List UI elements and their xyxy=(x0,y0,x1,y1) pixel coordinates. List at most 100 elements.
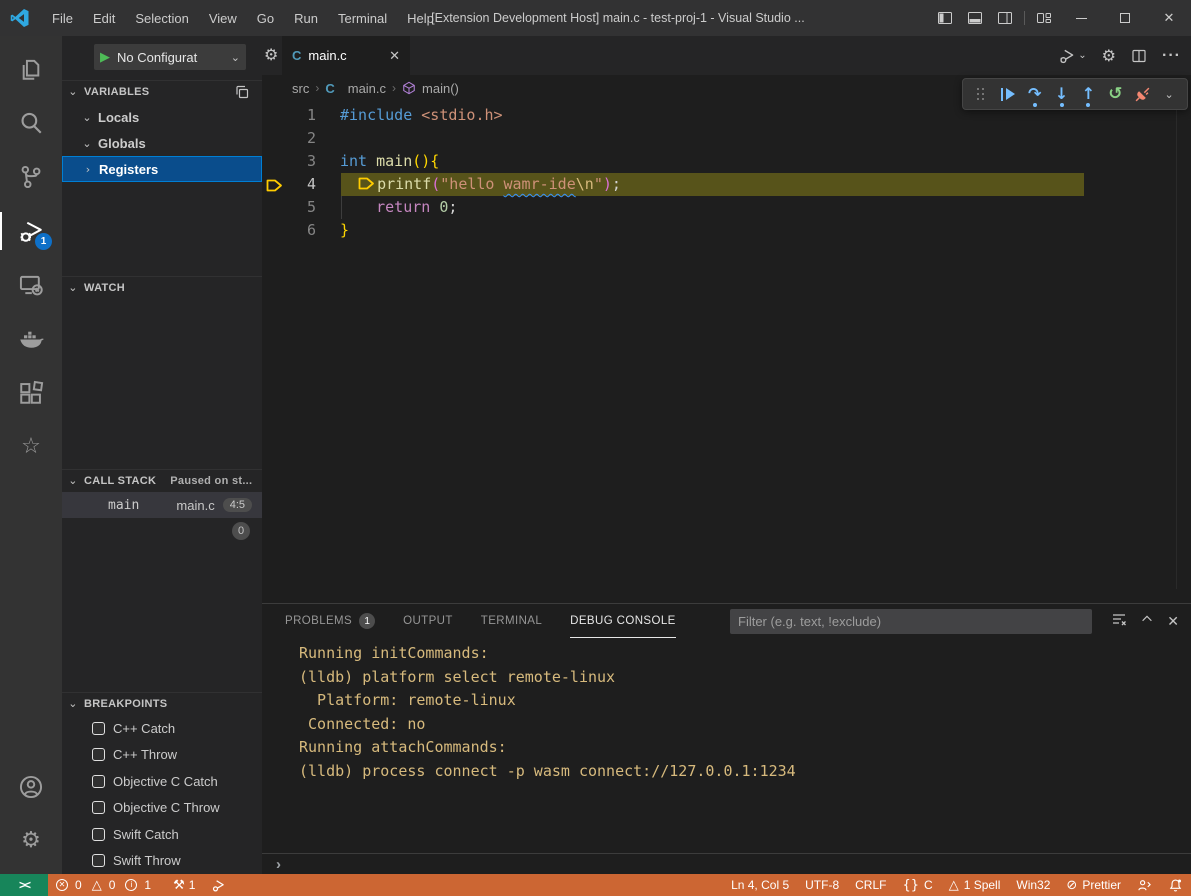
toggle-panel-icon[interactable] xyxy=(960,0,990,36)
breadcrumb-file[interactable]: main.c xyxy=(348,81,386,96)
panel-tab-output[interactable]: OUTPUT xyxy=(403,604,453,638)
copy-icon[interactable] xyxy=(234,84,250,100)
gear-icon[interactable]: ⚙ xyxy=(1102,46,1116,65)
clear-console-icon[interactable] xyxy=(1111,611,1127,632)
step-into-button[interactable]: ↓ xyxy=(1052,81,1072,107)
maximize-button[interactable] xyxy=(1103,0,1147,36)
watch-section-header[interactable]: ⌄ WATCH xyxy=(62,276,262,298)
checkbox[interactable] xyxy=(92,775,105,788)
more-actions-icon[interactable]: ··· xyxy=(1162,47,1181,65)
status-prettier[interactable]: ⊘Prettier xyxy=(1058,874,1129,896)
variables-section-header[interactable]: ⌄ VARIABLES xyxy=(62,80,262,102)
debug-config-dropdown[interactable]: ▶ No Configurat ⌄ xyxy=(94,44,246,70)
toolchain-item[interactable]: ⚒ 1 xyxy=(165,874,203,896)
breakpoint-objective-c-catch[interactable]: Objective C Catch xyxy=(62,768,262,794)
console-line: Running attachCommands: xyxy=(262,736,1191,760)
status-utf-8[interactable]: UTF-8 xyxy=(797,874,847,896)
start-debug-icon[interactable]: ▶ xyxy=(100,49,110,65)
checkbox[interactable] xyxy=(92,748,105,761)
console-line: Connected: no xyxy=(262,713,1191,737)
run-and-debug-icon[interactable]: 1 xyxy=(0,204,62,258)
menu-terminal[interactable]: Terminal xyxy=(328,0,397,36)
warnings-icon: △ xyxy=(92,878,102,893)
variables-item-registers[interactable]: ›Registers xyxy=(62,156,262,182)
disconnect-button[interactable] xyxy=(1132,81,1152,107)
c-language-icon: C xyxy=(325,81,334,96)
status-crlf[interactable]: CRLF xyxy=(847,874,894,896)
continue-button[interactable] xyxy=(998,81,1018,107)
menu-go[interactable]: Go xyxy=(247,0,284,36)
problems-summary[interactable]: ✕ 0 △ 0 i 1 xyxy=(48,874,165,896)
menu-file[interactable]: File xyxy=(42,0,83,36)
checkbox[interactable] xyxy=(92,828,105,841)
close-panel-icon[interactable]: ✕ xyxy=(1167,613,1179,630)
step-over-button[interactable]: ↷ xyxy=(1025,81,1045,107)
customize-layout-icon[interactable] xyxy=(1029,0,1059,36)
status-ln-4-col-5[interactable]: Ln 4, Col 5 xyxy=(723,874,797,896)
editor-scrollbar[interactable] xyxy=(1176,104,1177,589)
code-editor[interactable]: 1#include <stdio.h>23int main(){4 printf… xyxy=(262,104,1191,284)
step-out-button[interactable]: ↑ xyxy=(1079,81,1099,107)
settings-gear-icon[interactable]: ⚙ xyxy=(0,814,62,868)
debug-console-output: Running initCommands:(lldb) platform sel… xyxy=(262,642,1191,783)
status-1-spell[interactable]: △1 Spell xyxy=(941,874,1009,896)
toggle-secondary-sidebar-icon[interactable] xyxy=(990,0,1020,36)
remote-indicator[interactable]: >< xyxy=(0,874,48,896)
errors-icon: ✕ xyxy=(56,879,68,891)
checkbox[interactable] xyxy=(92,801,105,814)
panel-tab-problems[interactable]: PROBLEMS1 xyxy=(285,604,375,638)
breadcrumb-separator: › xyxy=(315,81,319,95)
breadcrumb-symbol[interactable]: main() xyxy=(422,81,459,96)
toggle-sidebar-icon[interactable] xyxy=(930,0,960,36)
star-icon[interactable]: ☆ xyxy=(0,420,62,474)
breakpoint-objective-c-throw[interactable]: Objective C Throw xyxy=(62,795,262,821)
launch-config-gear-icon[interactable]: ⚙ xyxy=(264,45,278,64)
close-tab-icon[interactable]: ✕ xyxy=(389,48,400,64)
more-debug-actions-icon[interactable]: ⌄ xyxy=(1159,81,1179,107)
breakpoints-section-header[interactable]: ⌄ BREAKPOINTS xyxy=(62,692,262,714)
docker-icon[interactable] xyxy=(0,312,62,366)
panel-tab-debug-console[interactable]: DEBUG CONSOLE xyxy=(570,604,676,638)
source-control-icon[interactable] xyxy=(0,150,62,204)
call-stack-section-header[interactable]: ⌄ CALL STACK Paused on st... xyxy=(62,469,262,491)
checkbox[interactable] xyxy=(92,722,105,735)
frame-name: main xyxy=(108,498,139,513)
close-window-button[interactable]: ✕ xyxy=(1147,0,1191,36)
maximize-panel-icon[interactable] xyxy=(1140,612,1154,631)
breakpoint-swift-throw[interactable]: Swift Throw xyxy=(62,848,262,874)
menu-view[interactable]: View xyxy=(199,0,247,36)
split-editor-icon[interactable] xyxy=(1131,48,1147,64)
tab-main-c[interactable]: C main.c ✕ xyxy=(282,36,410,75)
restart-button[interactable]: ↺ xyxy=(1105,81,1125,107)
status-win32[interactable]: Win32 xyxy=(1008,874,1058,896)
token: printf xyxy=(377,175,431,193)
menu-run[interactable]: Run xyxy=(284,0,328,36)
status-c[interactable]: {}C xyxy=(894,874,940,896)
breakpoint-swift-catch[interactable]: Swift Catch xyxy=(62,821,262,847)
explorer-icon[interactable] xyxy=(0,42,62,96)
breakpoint-c-catch[interactable]: C++ Catch xyxy=(62,715,262,741)
notifications-bell-icon[interactable] xyxy=(1160,874,1191,896)
breadcrumb-src[interactable]: src xyxy=(292,81,309,96)
minimize-button[interactable] xyxy=(1059,0,1103,36)
token: (){ xyxy=(412,152,439,170)
panel-tab-terminal[interactable]: TERMINAL xyxy=(481,604,542,638)
menu-selection[interactable]: Selection xyxy=(125,0,198,36)
code-text: } xyxy=(340,219,349,242)
extensions-icon[interactable] xyxy=(0,366,62,420)
account-icon[interactable] xyxy=(0,760,62,814)
stack-frame-row[interactable]: main main.c 4:5 xyxy=(62,492,262,518)
toolbar-drag-handle[interactable] xyxy=(971,81,991,107)
variables-item-globals[interactable]: ⌄Globals xyxy=(62,130,262,156)
menu-edit[interactable]: Edit xyxy=(83,0,125,36)
breakpoint-c-throw[interactable]: C++ Throw xyxy=(62,742,262,768)
debug-status-item[interactable] xyxy=(203,874,234,896)
feedback-icon[interactable] xyxy=(1129,874,1160,896)
checkbox[interactable] xyxy=(92,854,105,867)
console-input-row[interactable]: › xyxy=(262,853,1191,875)
console-filter-input[interactable] xyxy=(730,609,1092,634)
run-or-debug-icon[interactable]: ⌄ xyxy=(1058,47,1086,65)
variables-item-locals[interactable]: ⌄Locals xyxy=(62,104,262,130)
search-icon[interactable] xyxy=(0,96,62,150)
remote-explorer-icon[interactable] xyxy=(0,258,62,312)
